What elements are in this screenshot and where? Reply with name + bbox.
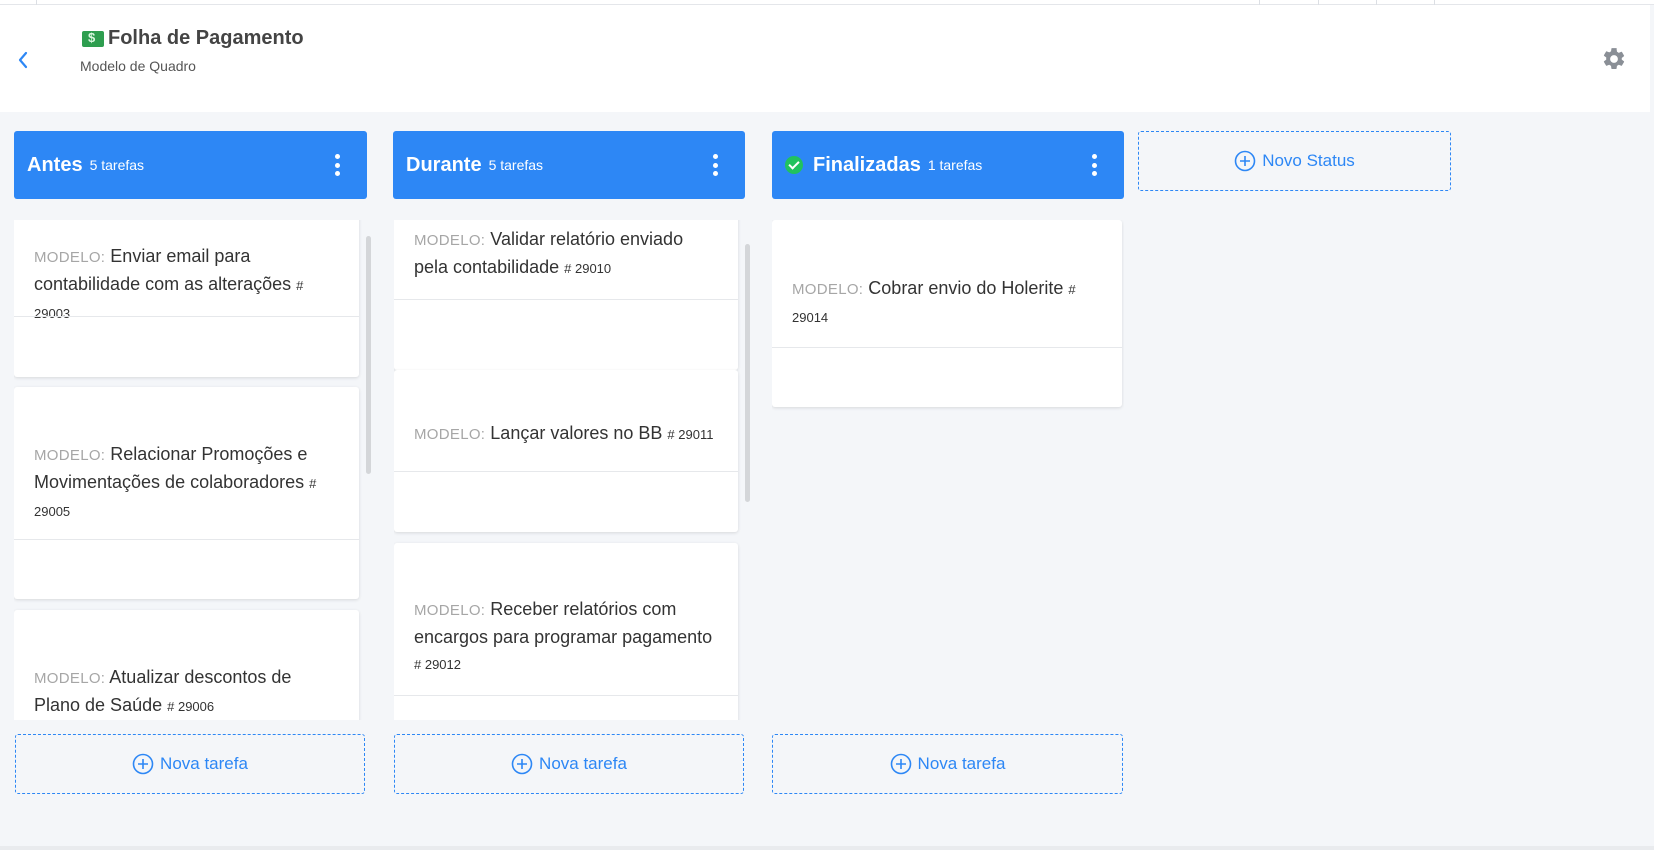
back-button[interactable] [10,47,36,73]
task-card-divider [14,539,359,540]
page-header: Folha de Pagamento Modelo de Quadro [0,5,1650,112]
task-card-label: MODELO: [414,602,486,619]
kebab-dot [1091,171,1097,176]
column-header-antes: Antes 5 tarefas [14,131,367,199]
add-status-button[interactable]: Novo Status [1138,131,1451,191]
kebab-dot [1091,162,1097,168]
money-icon [82,30,104,47]
kebab-dot [712,154,718,159]
add-task-label: Nova tarefa [917,754,1006,773]
column-header-finalizadas: Finalizadas 1 tarefas [772,131,1124,199]
page-title-text: Folha de Pagamento [108,27,304,49]
task-card-divider [394,695,738,696]
task-list-durante[interactable]: MODELO: Validar relatório enviado pela c… [394,220,744,720]
task-list-antes[interactable]: MODELO: Enviar email para contabilidade … [14,220,364,720]
task-card-text: MODELO: Relacionar Promoções e Movimenta… [34,441,341,525]
task-card-text: MODELO: Enviar email para contabilidade … [34,243,341,327]
gear-icon[interactable] [1601,46,1627,72]
column-header-durante: Durante 5 tarefas [393,131,745,199]
task-card[interactable]: MODELO: Receber relatórios com encargos … [394,543,738,720]
task-card-number: # 29011 [667,427,714,442]
column-menu-button[interactable] [334,154,340,176]
scrollbar-thumb[interactable] [366,236,371,474]
kebab-dot [712,162,718,168]
task-card-divider [394,299,738,300]
task-card[interactable]: MODELO: Lançar valores no BB # 29011 [394,370,738,532]
task-card[interactable]: MODELO: Atualizar descontos de Plano de … [14,610,359,720]
add-task-button[interactable]: Nova tarefa [394,734,744,794]
column-task-count: 1 tarefas [927,157,983,173]
plus-circle-icon [1234,150,1256,172]
task-card-label: MODELO: [792,281,864,298]
task-card-label: MODELO: [414,232,486,249]
add-task-button[interactable]: Nova tarefa [15,734,365,794]
task-card-number: # 29006 [167,699,215,714]
kebab-dot [712,171,718,176]
add-status-label: Novo Status [1262,151,1355,170]
page-subtitle: Modelo de Quadro [80,58,196,74]
task-card-title: Cobrar envio do Holerite [868,278,1064,298]
add-task-label: Nova tarefa [539,754,627,773]
kebab-dot [334,171,340,176]
task-card-label: MODELO: [34,447,106,464]
task-card-divider [772,347,1122,348]
scrollbar-thumb[interactable] [745,244,750,502]
task-card-text: MODELO: Validar relatório enviado pela c… [414,226,720,282]
kebab-dot [334,162,340,168]
column-task-count: 5 tarefas [488,157,544,173]
column-menu-button[interactable] [712,154,718,176]
task-card-text: MODELO: Atualizar descontos de Plano de … [34,664,341,720]
bottom-divider [0,846,1654,850]
column-title: Finalizadas [813,153,921,176]
task-card[interactable]: MODELO: Cobrar envio do Holerite # 29014 [772,220,1122,407]
task-card-label: MODELO: [34,249,106,266]
page-title: Folha de Pagamento [82,27,304,50]
task-card-number: # 29010 [564,261,612,276]
task-card-text: MODELO: Cobrar envio do Holerite # 29014 [792,275,1104,331]
kebab-dot [334,154,340,159]
task-card[interactable]: MODELO: Relacionar Promoções e Movimenta… [14,387,359,599]
task-card-divider [14,316,359,317]
plus-circle-icon [890,753,911,775]
column-task-count: 5 tarefas [89,157,145,173]
add-task-label: Nova tarefa [160,754,248,773]
plus-circle-icon [132,753,154,775]
column-menu-button[interactable] [1091,154,1097,176]
add-task-button[interactable]: Nova tarefa [772,734,1123,794]
task-card[interactable]: MODELO: Validar relatório enviado pela c… [394,220,738,370]
task-list-finalizadas[interactable]: MODELO: Cobrar envio do Holerite # 29014 [772,220,1124,720]
column-title: Durante [406,153,482,176]
task-card-title: Lançar valores no BB [490,423,663,443]
task-card-divider [394,471,738,472]
task-card[interactable]: MODELO: Enviar email para contabilidade … [14,220,359,377]
chevron-left-icon [18,51,28,69]
plus-circle-icon [511,753,533,775]
column-title: Antes [27,153,83,176]
task-card-label: MODELO: [34,670,106,687]
task-card-text: MODELO: Lançar valores no BB # 29011 [414,420,720,448]
kebab-dot [1091,154,1097,159]
check-circle-icon [785,156,803,174]
title-block: Folha de Pagamento Modelo de Quadro [80,27,304,74]
task-card-number: # 29012 [414,657,461,672]
task-card-label: MODELO: [414,426,486,443]
task-card-text: MODELO: Receber relatórios com encargos … [414,596,720,678]
